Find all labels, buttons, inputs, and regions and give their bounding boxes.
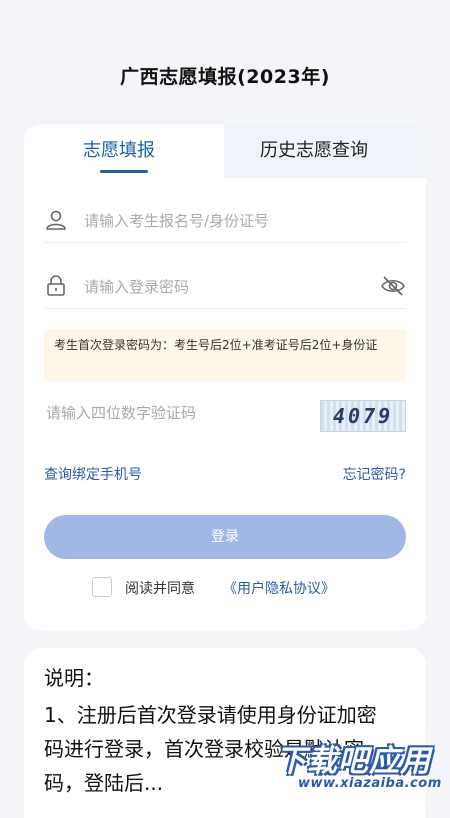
lock-icon [44, 274, 68, 298]
page-title: 广西志愿填报(2023年) [120, 66, 330, 88]
user-icon [44, 208, 68, 232]
eye-off-icon[interactable] [380, 274, 406, 298]
captcha-code: 4079 [333, 404, 394, 428]
account-input[interactable] [82, 202, 376, 240]
captcha-row: 4079 [44, 394, 406, 434]
agree-checkbox[interactable] [92, 577, 112, 597]
privacy-policy-link[interactable]: 《用户隐私协议》 [223, 578, 335, 598]
captcha-image[interactable]: 4079 [320, 400, 406, 432]
forgot-password-link[interactable]: 忘记密码? [343, 464, 406, 484]
password-notice: 考生首次登录密码为：考生号后2位+准考证号后2位+身份证 [44, 329, 406, 381]
watermark-logo: 下载吧应用 www.xiazaiba.com [268, 736, 446, 794]
password-row [44, 268, 406, 309]
description-title: 说明： [44, 666, 104, 690]
tab-volunteer-fill[interactable]: 志愿填报 [83, 136, 155, 162]
watermark-url: www.xiazaiba.com [298, 776, 442, 791]
account-row [44, 202, 406, 243]
captcha-input[interactable] [44, 394, 308, 432]
agree-text: 阅读并同意 [125, 581, 195, 597]
login-card: 志愿填报 历史志愿查询 考生首次登 [24, 124, 426, 630]
active-tab-indicator [100, 170, 148, 173]
tab-history-query[interactable]: 历史志愿查询 [260, 136, 368, 162]
watermark-main: 下载吧应用 [276, 744, 431, 779]
password-input[interactable] [82, 268, 376, 306]
bind-phone-link[interactable]: 查询绑定手机号 [44, 464, 142, 484]
login-button[interactable]: 登录 [44, 515, 406, 559]
tab-bar: 志愿填报 历史志愿查询 [24, 124, 426, 178]
